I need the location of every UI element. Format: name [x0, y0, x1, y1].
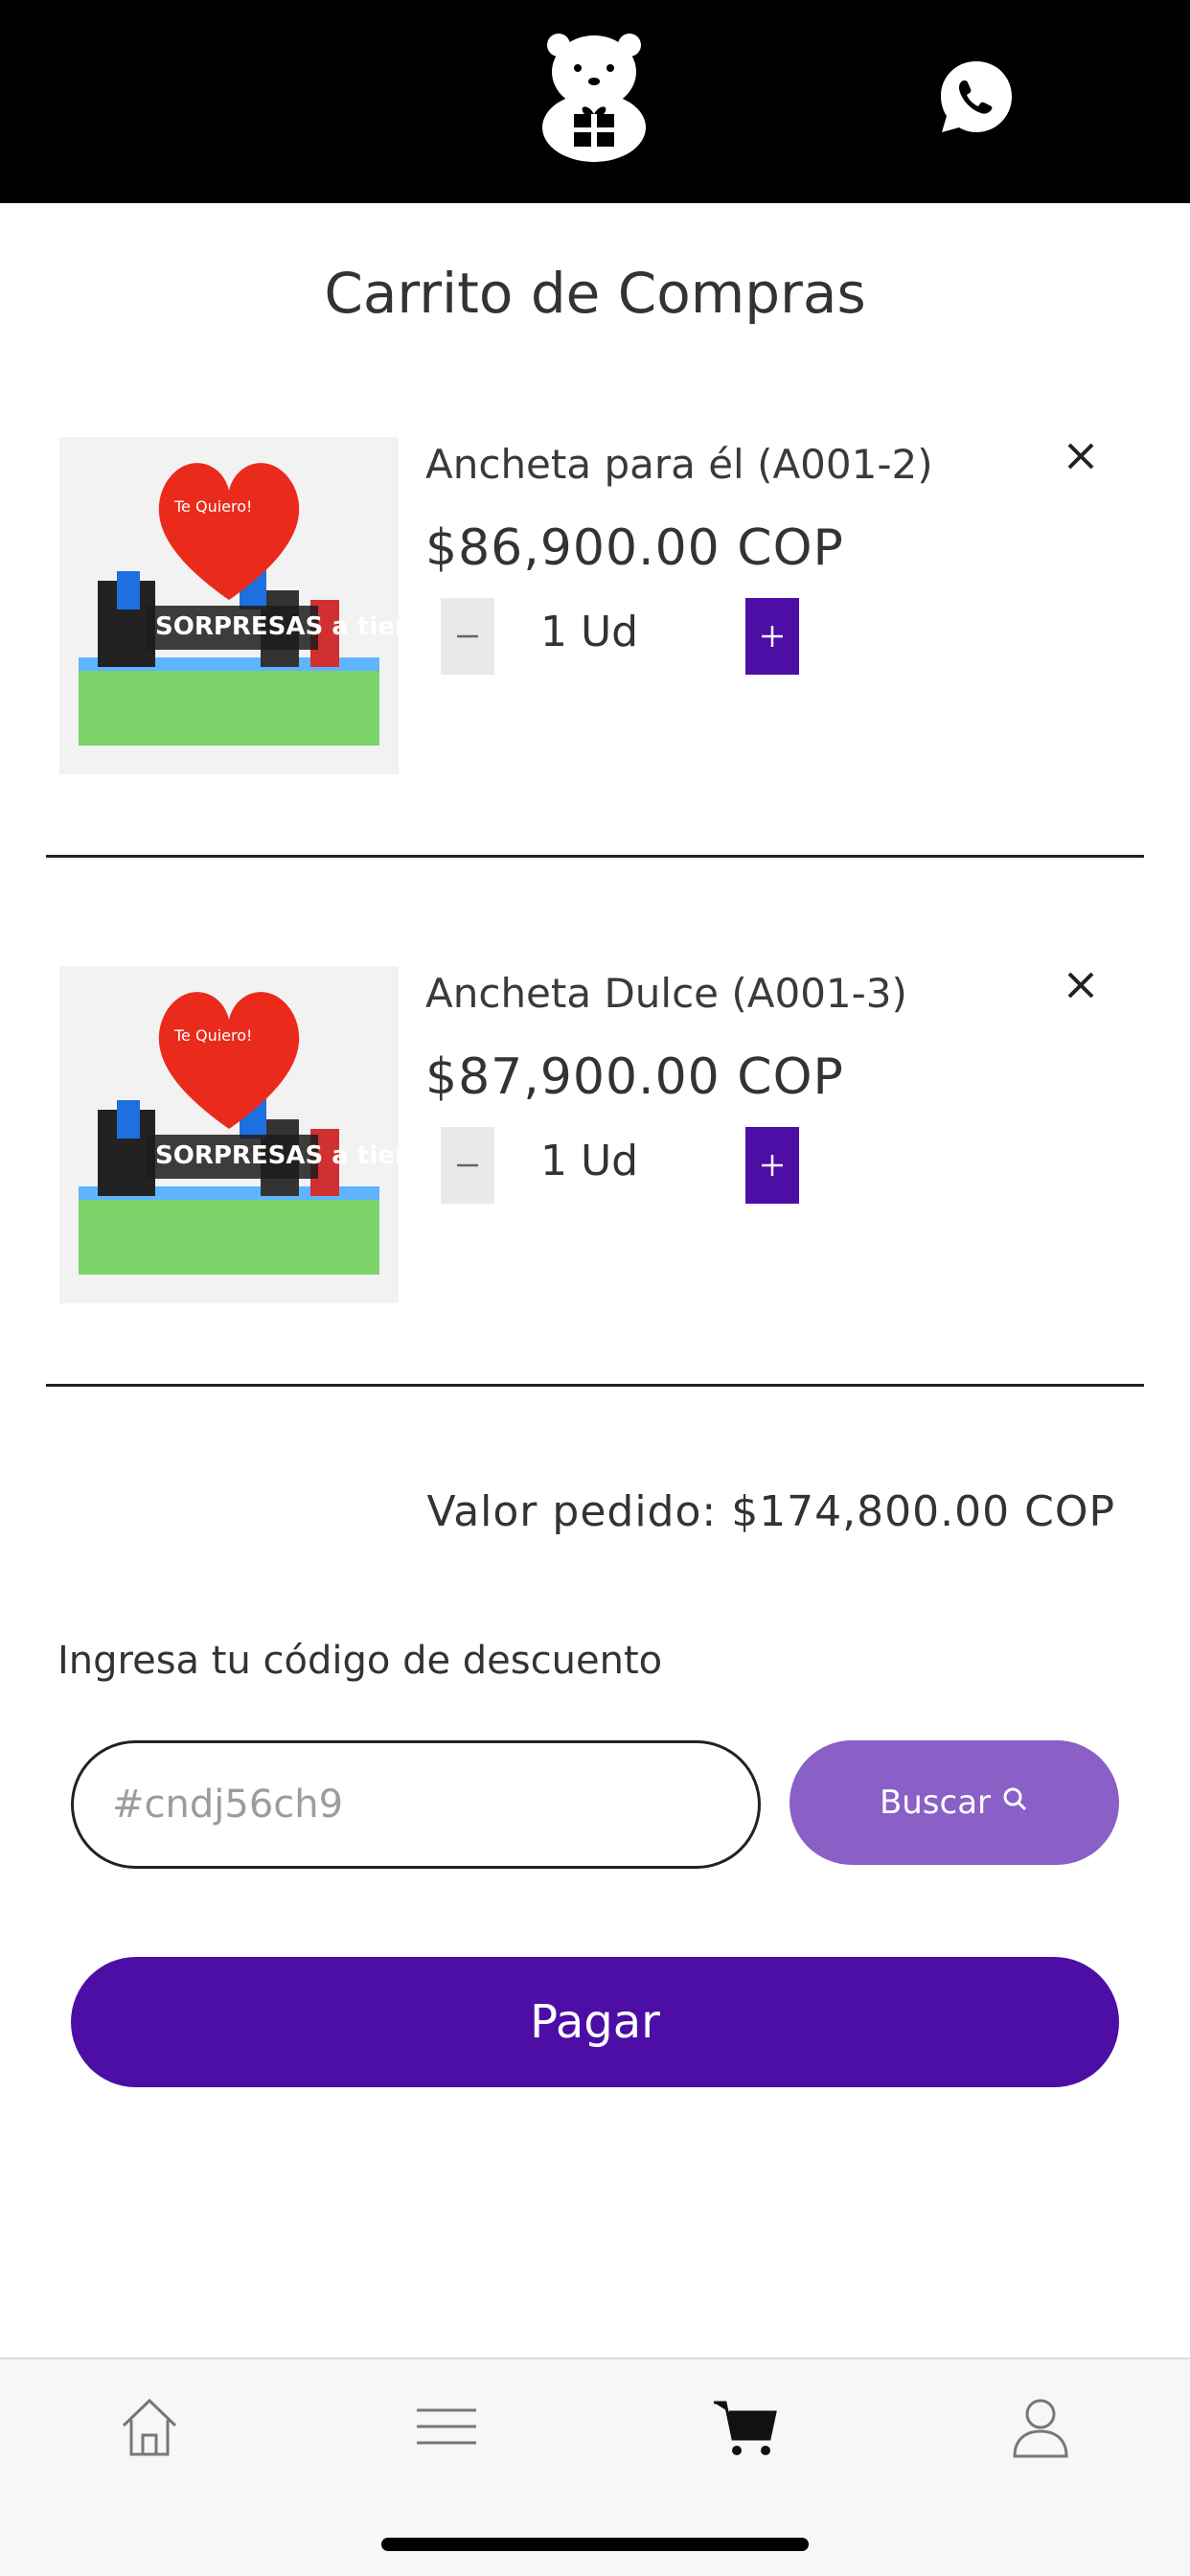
image-text: Te Quiero!: [173, 497, 252, 516]
home-icon[interactable]: [111, 2388, 188, 2465]
page-title: Carrito de Compras: [324, 261, 866, 326]
increase-quantity-button[interactable]: [745, 598, 799, 675]
whatsapp-icon[interactable]: [937, 58, 1016, 136]
divider: [46, 1384, 1144, 1387]
home-indicator: [381, 2538, 809, 2551]
divider: [46, 855, 1144, 858]
cart-item: Te Quiero! SORPRESAS a tiempo Ancheta Du…: [0, 941, 1190, 1344]
close-icon[interactable]: [1054, 429, 1108, 483]
discount-label: Ingresa tu código de descuento: [57, 1639, 663, 1683]
image-text: SORPRESAS a tiempo: [155, 612, 399, 641]
bear-gift-icon[interactable]: [539, 32, 649, 162]
product-name: Ancheta Dulce (A001-3): [425, 970, 907, 1017]
cart-icon[interactable]: [707, 2388, 784, 2465]
decrease-quantity-button[interactable]: [441, 1127, 494, 1204]
app-header: [0, 0, 1190, 203]
close-icon[interactable]: [1054, 958, 1108, 1012]
search-button-label: Buscar: [879, 1783, 992, 1822]
quantity-value: 1 Ud: [540, 608, 639, 656]
increase-quantity-button[interactable]: [745, 1127, 799, 1204]
user-icon[interactable]: [1002, 2388, 1079, 2465]
product-name: Ancheta para él (A001-2): [425, 441, 933, 488]
cart-item: Te Quiero! SORPRESAS a tiempo Ancheta pa…: [0, 412, 1190, 815]
discount-code-input[interactable]: [71, 1740, 761, 1869]
image-text: SORPRESAS a tiempo: [155, 1141, 399, 1170]
product-price: $86,900.00 COP: [425, 519, 844, 577]
product-image[interactable]: Te Quiero! SORPRESAS a tiempo: [59, 437, 399, 774]
decrease-quantity-button[interactable]: [441, 598, 494, 675]
pay-button[interactable]: Pagar: [71, 1957, 1119, 2087]
product-image[interactable]: Te Quiero! SORPRESAS a tiempo: [59, 966, 399, 1303]
product-price: $87,900.00 COP: [425, 1048, 844, 1106]
search-icon: [1000, 1783, 1029, 1822]
search-discount-button[interactable]: Buscar: [790, 1740, 1119, 1865]
image-text: Te Quiero!: [173, 1026, 252, 1045]
order-total: Valor pedido: $174,800.00 COP: [426, 1487, 1115, 1536]
quantity-value: 1 Ud: [540, 1137, 639, 1185]
menu-icon[interactable]: [408, 2388, 485, 2465]
